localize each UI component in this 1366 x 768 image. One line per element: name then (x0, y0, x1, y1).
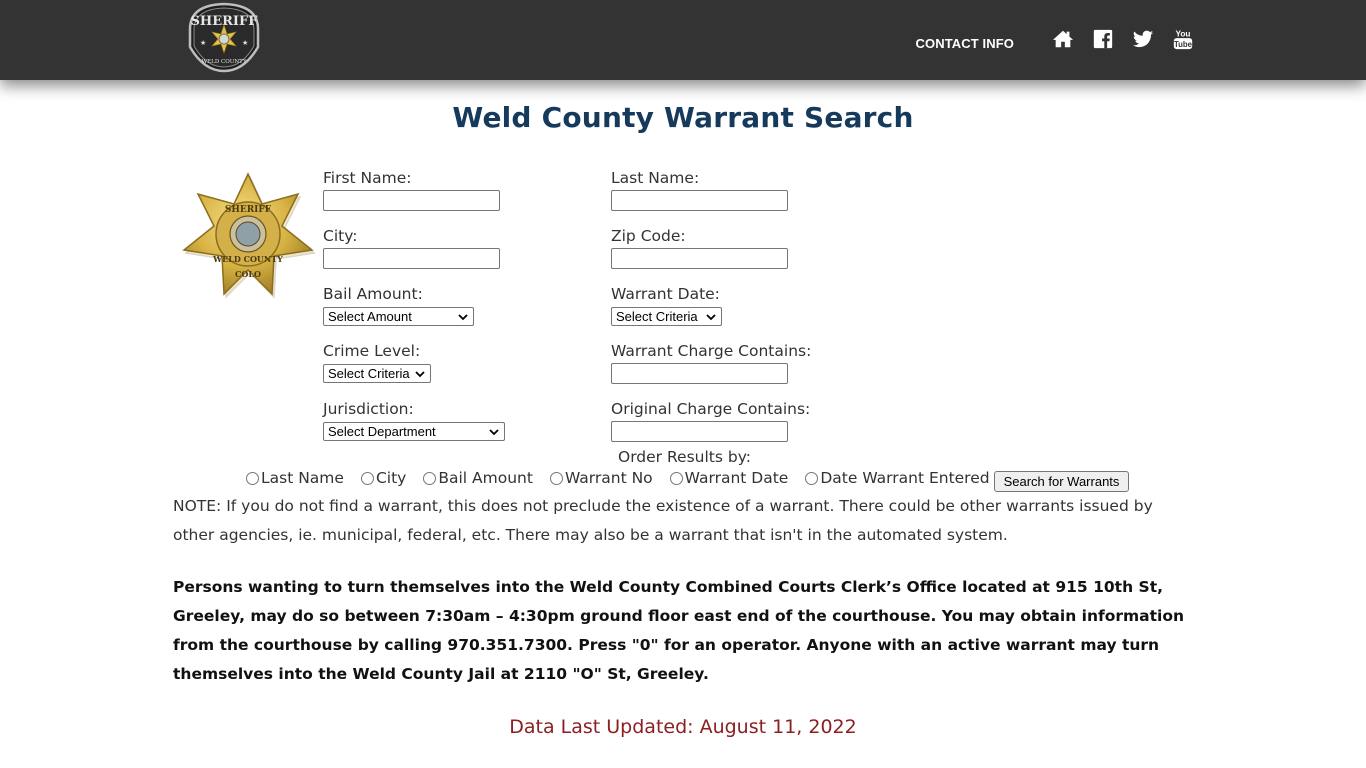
data-last-updated: Data Last Updated: August 11, 2022 (509, 716, 857, 738)
city-input[interactable] (323, 248, 500, 269)
logo-text-bottom: WELD COUNTY (202, 59, 247, 65)
crime-level-select[interactable]: Select Criteria (323, 364, 431, 383)
warrant-charge-label: Warrant Charge Contains: (611, 342, 812, 360)
radio-button[interactable] (423, 471, 437, 485)
home-icon[interactable] (1052, 28, 1074, 50)
disclaimer-note: NOTE: If you do not find a warrant, this… (173, 497, 1153, 544)
svg-text:★: ★ (242, 39, 248, 47)
city-label: City: (323, 227, 358, 245)
top-navigation-bar: SHERIFF WELD COUNTY ★ ★ CONTACT INFO You… (0, 0, 1366, 80)
first-name-input[interactable] (323, 190, 500, 211)
twitter-icon[interactable] (1132, 28, 1154, 50)
jurisdiction-select[interactable]: Select Department (323, 422, 505, 441)
badge-text-sheriff: SHERIFF (225, 205, 272, 215)
radio-label: Warrant No (564, 469, 653, 487)
radio-label: Last Name (261, 469, 344, 487)
last-name-label: Last Name: (611, 169, 700, 187)
badge-text-county: WELD COUNTY (212, 254, 283, 264)
radio-button[interactable] (669, 471, 683, 485)
jurisdiction-label: Jurisdiction: (323, 400, 414, 418)
bail-amount-select[interactable]: Select Amount (323, 307, 474, 326)
surrender-info: Persons wanting to turn themselves into … (173, 578, 1185, 683)
svg-text:You: You (1176, 29, 1191, 38)
order-results-radio-group: Last Name City Bail Amount Warrant No Wa… (245, 469, 1006, 487)
radio-label: City (375, 469, 407, 487)
facebook-icon[interactable] (1092, 28, 1114, 50)
warrant-date-selected: Select Criteria (616, 309, 698, 324)
search-for-warrants-button[interactable]: Search for Warrants (994, 471, 1129, 492)
radio-button[interactable] (246, 471, 259, 485)
bail-amount-selected: Select Amount (328, 309, 412, 324)
sheriff-badge-image: SHERIFF WELD COUNTY COLO (180, 170, 316, 302)
youtube-icon[interactable]: You Tube (1172, 28, 1194, 50)
zip-code-label: Zip Code: (611, 227, 686, 245)
svg-text:Tube: Tube (1174, 40, 1193, 49)
order-by-date-entered-radio[interactable]: Date Warrant Entered (804, 469, 990, 487)
chevron-down-icon (415, 370, 425, 377)
order-results-label: Order Results by: (618, 448, 751, 466)
header-nav: CONTACT INFO You Tube (916, 24, 1194, 54)
warrant-date-label: Warrant Date: (611, 285, 720, 303)
order-by-bail-amount-radio[interactable]: Bail Amount (422, 469, 533, 487)
last-name-input[interactable] (611, 190, 788, 211)
page-title: Weld County Warrant Search (452, 101, 914, 134)
sheriff-patch-icon: SHERIFF WELD COUNTY ★ ★ (188, 2, 260, 73)
chevron-down-icon (706, 313, 716, 320)
order-by-last-name-radio[interactable]: Last Name (245, 469, 344, 487)
radio-button[interactable] (549, 471, 563, 485)
contact-info-link[interactable]: CONTACT INFO (916, 36, 1014, 51)
radio-button[interactable] (805, 471, 819, 485)
bail-amount-label: Bail Amount: (323, 285, 423, 303)
sheriff-star-badge-icon: SHERIFF WELD COUNTY COLO (182, 172, 316, 299)
original-charge-label: Original Charge Contains: (611, 400, 811, 418)
order-by-city-radio[interactable]: City (360, 469, 406, 487)
radio-label: Bail Amount (438, 469, 533, 487)
original-charge-input[interactable] (611, 421, 788, 442)
crime-level-selected: Select Criteria (328, 366, 410, 381)
radio-label: Date Warrant Entered (820, 469, 990, 487)
chevron-down-icon (489, 428, 499, 435)
order-by-warrant-date-radio[interactable]: Warrant Date (669, 469, 789, 487)
radio-label: Warrant Date (684, 469, 789, 487)
sheriff-logo[interactable]: SHERIFF WELD COUNTY ★ ★ (184, 1, 264, 73)
first-name-label: First Name: (323, 169, 412, 187)
zip-code-input[interactable] (611, 248, 788, 269)
svg-text:★: ★ (200, 39, 206, 47)
crime-level-label: Crime Level: (323, 342, 421, 360)
chevron-down-icon (458, 313, 468, 320)
badge-text-colo: COLO (235, 269, 261, 279)
jurisdiction-selected: Select Department (328, 424, 436, 439)
order-by-warrant-no-radio[interactable]: Warrant No (549, 469, 653, 487)
warrant-date-select[interactable]: Select Criteria (611, 307, 722, 326)
warrant-charge-input[interactable] (611, 363, 788, 384)
radio-button[interactable] (360, 471, 374, 485)
